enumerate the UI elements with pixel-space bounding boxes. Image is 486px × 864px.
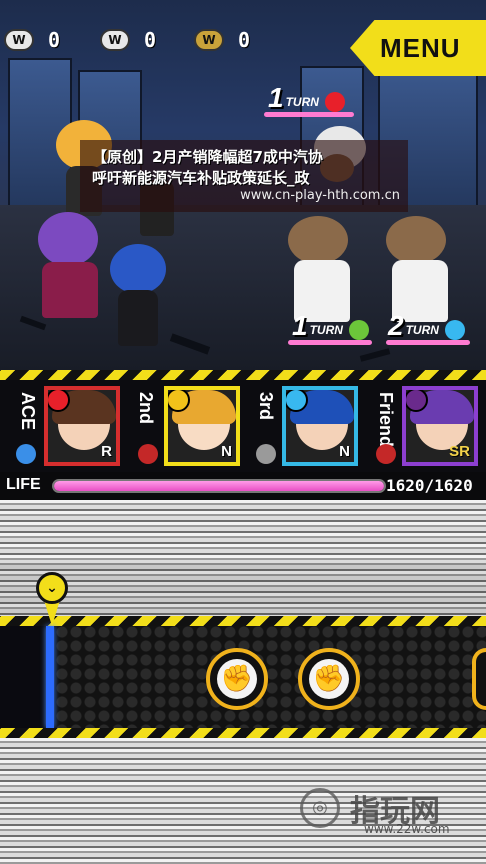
rarity-badge: N	[221, 443, 232, 460]
enemy-turn-counter: 2 TURN	[388, 312, 465, 340]
news-overlay-banner: 【原创】2月产销降幅超7成中汽协 呼吁新能源汽车补贴政策延长_政 www.cn-…	[80, 140, 408, 212]
fist-action-icon[interactable]: ✊	[206, 648, 268, 710]
currency-counter: W 0	[194, 28, 250, 52]
w-medal-icon: W	[100, 29, 130, 51]
turn-bar	[288, 340, 372, 345]
water-element-icon	[444, 320, 465, 340]
water-element-icon	[286, 390, 308, 412]
rarity-badge: R	[101, 443, 112, 460]
turn-label: TURN	[405, 323, 439, 337]
fist-icon	[138, 444, 158, 464]
turn-bar	[264, 112, 354, 117]
turn-number: 1	[292, 310, 308, 341]
dark-element-icon	[406, 390, 428, 412]
life-bar: LIFE 1620/1620	[0, 472, 486, 500]
party-card-3rd[interactable]: N	[282, 386, 358, 466]
party-card-ace[interactable]: R	[44, 386, 120, 466]
metal-panel	[0, 560, 486, 616]
hazard-stripe	[0, 370, 486, 380]
life-value: 1620/1620	[386, 476, 473, 495]
currency-value: 0	[144, 28, 157, 52]
currency-counter: W 0	[4, 28, 60, 52]
fire-element-icon	[48, 390, 70, 412]
top-hud: W 0 W 0 W 0 MENU	[0, 0, 486, 80]
w-medal-icon: W	[4, 29, 34, 51]
enemy-turn-counter: 1 TURN	[292, 312, 369, 340]
currency-value: 0	[48, 28, 61, 52]
slot-label-ace: ACE	[18, 392, 38, 431]
rarity-badge: N	[339, 443, 350, 460]
leaf-element-icon	[348, 320, 369, 340]
banner-line-1: 【原创】2月产销降幅超7成中汽协	[92, 148, 323, 166]
menu-button[interactable]: MENU	[350, 20, 486, 76]
fist-icon	[376, 444, 396, 464]
life-gauge-track	[52, 479, 386, 493]
currency-value: 0	[238, 28, 251, 52]
banner-line-2: 呼吁新能源汽车补贴政策延长_政	[92, 169, 310, 187]
rarity-badge: SR	[449, 443, 470, 460]
enemy-turn-counter: 1 TURN	[268, 84, 345, 112]
ally-purple-chibi[interactable]	[30, 212, 110, 322]
hazard-stripe	[0, 728, 486, 738]
watermark-url: www.22w.com	[364, 822, 450, 836]
slot-label-3rd: 3rd	[256, 392, 276, 421]
chevron-down-icon[interactable]: ⌄	[36, 572, 68, 604]
life-label: LIFE	[6, 476, 41, 493]
slot-label-2nd: 2nd	[136, 392, 156, 425]
turn-number: 2	[388, 310, 404, 341]
turn-bar	[386, 340, 470, 345]
slot-label-friend: Friend	[376, 392, 396, 448]
ally-blue-hair-chibi[interactable]	[104, 244, 174, 350]
fist-action-icon[interactable]	[472, 648, 486, 710]
turn-label: TURN	[285, 95, 319, 109]
party-card-2nd[interactable]: N	[164, 386, 240, 466]
watermark-logo-icon: ◎	[300, 788, 340, 828]
banner-url: www.cn-play-hth.com.cn	[240, 188, 400, 203]
party-card-friend[interactable]: SR	[402, 386, 478, 466]
gold-w-medal-icon: W	[194, 29, 224, 51]
sword-icon	[16, 444, 36, 464]
metal-panel	[0, 500, 486, 560]
turn-label: TURN	[309, 323, 343, 337]
life-gauge-fill	[54, 481, 384, 491]
timing-cursor	[46, 626, 54, 728]
hazard-stripe	[0, 616, 486, 626]
gun-icon	[256, 444, 276, 464]
fist-action-icon[interactable]: ✊	[298, 648, 360, 710]
site-watermark: ◎ 指玩网 www.22w.com	[300, 776, 486, 840]
turn-number: 1	[268, 82, 284, 113]
currency-counter: W 0	[100, 28, 156, 52]
thunder-element-icon	[168, 390, 190, 412]
fire-element-icon	[324, 92, 345, 112]
